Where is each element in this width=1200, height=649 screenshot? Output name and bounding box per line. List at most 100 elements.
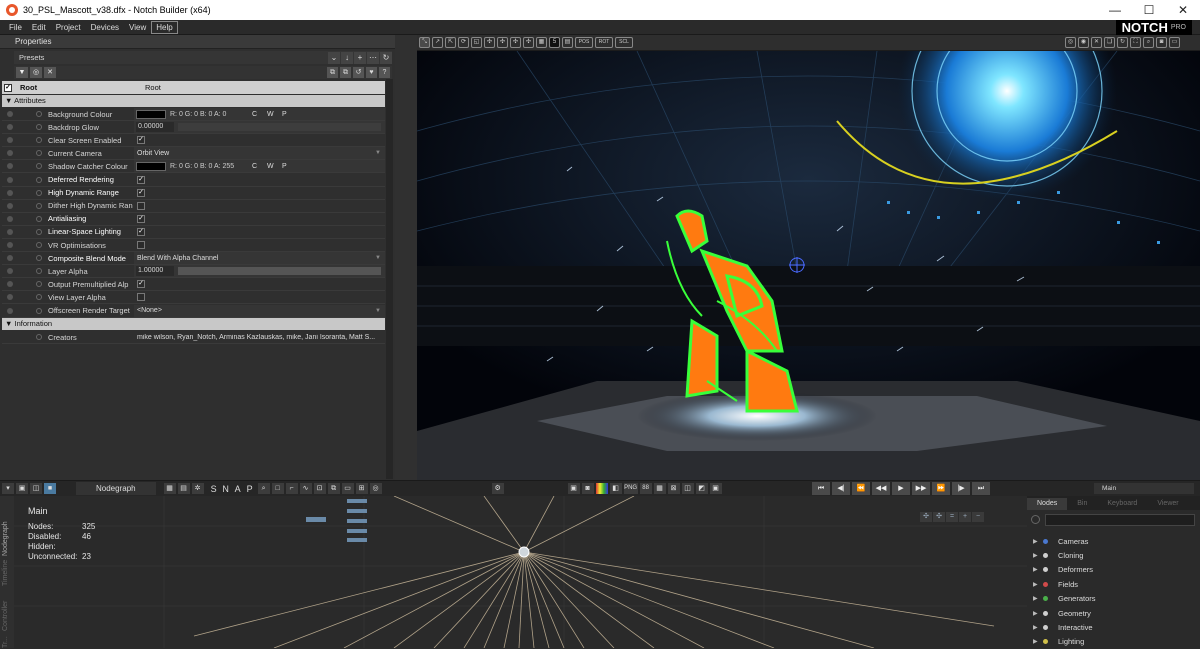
render-viewport[interactable]: [417, 51, 1200, 480]
format-label[interactable]: PNG: [623, 483, 638, 494]
maximize-button[interactable]: ☐: [1132, 0, 1166, 20]
snap-s[interactable]: S: [208, 484, 220, 494]
chevron-down-icon[interactable]: ⌄: [328, 51, 340, 64]
close-button[interactable]: ✕: [1166, 0, 1200, 20]
keyframe-icon[interactable]: [7, 111, 13, 117]
refresh-icon[interactable]: ↻: [380, 51, 392, 64]
play-button[interactable]: ▶: [892, 482, 910, 495]
filter-icon[interactable]: ▼: [16, 67, 28, 78]
prop-row[interactable]: Deferred Rendering ✓: [2, 174, 385, 187]
camera-icon[interactable]: ❏: [1104, 37, 1115, 48]
keyframe-icon[interactable]: [7, 255, 13, 262]
keyframe-icon[interactable]: [7, 215, 13, 222]
keyframe-icon[interactable]: [7, 294, 13, 301]
pos-toggle[interactable]: POS: [575, 37, 593, 48]
save-icon[interactable]: ▣: [16, 483, 28, 494]
frame-back-icon[interactable]: ◧: [609, 483, 622, 494]
snap-n[interactable]: N: [220, 484, 232, 494]
go-start-button[interactable]: ⏮: [812, 482, 830, 495]
root-row[interactable]: ✓ Root Root: [2, 81, 385, 94]
checkbox[interactable]: ✓: [137, 136, 145, 145]
next-key-button[interactable]: |▶: [952, 482, 970, 495]
help-icon[interactable]: ?: [379, 67, 390, 78]
layer-selector[interactable]: Main: [1094, 483, 1194, 494]
prop-row[interactable]: Current Camera Orbit View ▼: [2, 147, 385, 161]
prop-row[interactable]: VR Optimisations: [2, 239, 385, 252]
chevron-right-icon[interactable]: ▶: [1033, 624, 1038, 631]
chevron-right-icon[interactable]: ▶: [1033, 538, 1038, 545]
keyframe-icon[interactable]: [7, 242, 13, 248]
gizmo-tool-3-icon[interactable]: ✣: [510, 37, 521, 48]
node-category[interactable]: ▶ Deformers: [1033, 563, 1193, 577]
prop-value[interactable]: Orbit View ▼: [134, 147, 385, 160]
chevron-right-icon[interactable]: ▶: [1033, 566, 1038, 573]
prop-value[interactable]: ✓: [134, 174, 385, 186]
find-icon[interactable]: ⌕: [257, 483, 270, 494]
heart-icon[interactable]: ♥: [366, 67, 377, 78]
prop-value[interactable]: [134, 291, 385, 303]
fullscreen-icon[interactable]: ⛶: [1130, 37, 1141, 48]
rewind-button[interactable]: ⏪: [852, 482, 870, 495]
node-category[interactable]: ▶ Cameras: [1033, 534, 1193, 548]
zoom-icon[interactable]: ⌕: [1143, 37, 1154, 48]
keyframe-icon[interactable]: [7, 281, 13, 288]
keyframe-icon[interactable]: [7, 307, 13, 314]
presets-bar[interactable]: Presets ⌄ ↓ + ⋯ ↻: [14, 51, 392, 64]
comment-icon[interactable]: ▭: [341, 483, 354, 494]
star-icon[interactable]: ✲: [191, 483, 204, 494]
snap-icon[interactable]: ▤: [562, 37, 573, 48]
keyframe-icon[interactable]: [7, 137, 13, 144]
chevron-down-icon[interactable]: ▼: [375, 150, 381, 156]
prop-row[interactable]: Shadow Catcher Colour R: 0 G: 0 B: 0 A: 2…: [2, 160, 385, 174]
scale-tool-icon[interactable]: ◱: [471, 37, 482, 48]
move-tool-icon[interactable]: ↗: [432, 37, 443, 48]
paste-icon[interactable]: ⧉: [340, 67, 351, 78]
gizmo-tool-2-icon[interactable]: ✣: [497, 37, 508, 48]
section-attributes[interactable]: ▼ Attributes: [2, 95, 385, 107]
color-mode-button[interactable]: P: [282, 163, 297, 170]
menu-file[interactable]: File: [4, 23, 27, 32]
pan-tool-icon[interactable]: ⇱: [445, 37, 456, 48]
display-icon[interactable]: ▣: [709, 483, 722, 494]
menu-help[interactable]: Help: [151, 20, 178, 34]
value-slider[interactable]: [178, 267, 381, 276]
keyframe-icon[interactable]: [7, 189, 13, 196]
snapshot-icon[interactable]: ◙: [581, 483, 594, 494]
value-slider[interactable]: [178, 123, 381, 132]
orbit-icon[interactable]: ◎: [1065, 37, 1076, 48]
side-tab-tr[interactable]: Tr...: [2, 636, 9, 648]
fit-selection-icon[interactable]: ✣: [933, 512, 945, 522]
snap-a[interactable]: A: [232, 484, 244, 494]
prop-value[interactable]: 0.00000: [134, 121, 385, 134]
prop-row[interactable]: Background Colour R: 0 G: 0 B: 0 A: 0 CWP: [2, 108, 385, 121]
chevron-right-icon[interactable]: ▶: [1033, 581, 1038, 588]
prop-row[interactable]: Antialiasing ✓: [2, 213, 385, 226]
checkbox[interactable]: ✓: [137, 188, 145, 197]
chevron-right-icon[interactable]: ▶: [1033, 610, 1038, 617]
prop-value[interactable]: ✓: [134, 213, 385, 225]
node-category[interactable]: ▶ Interactive: [1033, 620, 1193, 634]
menu-project[interactable]: Project: [51, 23, 86, 32]
reset-icon[interactable]: ↺: [353, 67, 364, 78]
tab-viewer[interactable]: Viewer: [1147, 498, 1188, 510]
step-back-button[interactable]: ◀◀: [872, 482, 890, 495]
copy-icon[interactable]: ⧉: [327, 67, 338, 78]
chevron-down-icon[interactable]: ▼: [375, 308, 381, 314]
group-icon[interactable]: ⧉: [327, 483, 340, 494]
render-icon[interactable]: ▣: [567, 483, 580, 494]
chevron-down-icon[interactable]: ▼: [375, 255, 381, 261]
wire-icon[interactable]: ∿: [299, 483, 312, 494]
prop-row[interactable]: Output Premultiplied Alp ✓: [2, 278, 385, 292]
tab-nodegraph[interactable]: Nodegraph: [76, 482, 156, 495]
prop-value[interactable]: ✓: [134, 278, 385, 290]
add-icon[interactable]: +: [354, 51, 366, 64]
section-information[interactable]: ▼ Information: [2, 318, 385, 330]
minimize-button[interactable]: —: [1098, 0, 1132, 20]
side-tab-timeline[interactable]: Timeline: [2, 560, 9, 586]
color-mode-button[interactable]: W: [267, 163, 282, 170]
quality-value[interactable]: 88: [639, 483, 652, 494]
zoom-out-icon[interactable]: −: [972, 512, 984, 522]
prop-value[interactable]: ✓: [134, 187, 385, 199]
checkbox[interactable]: [137, 201, 145, 210]
route-icon[interactable]: ⌐: [285, 483, 298, 494]
